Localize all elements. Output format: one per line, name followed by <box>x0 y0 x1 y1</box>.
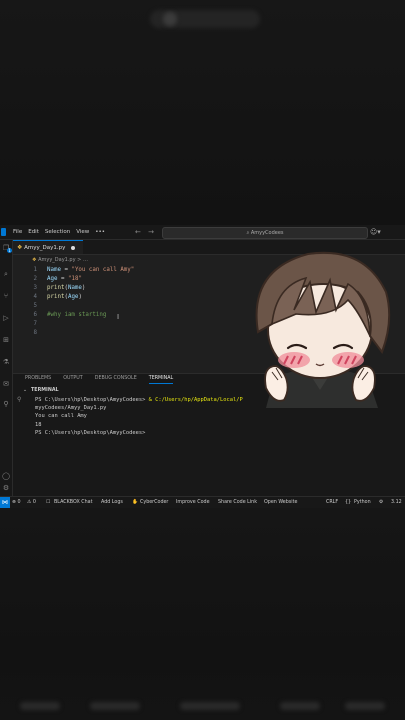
code-line: 4 print(Age) <box>33 294 82 300</box>
blackbox-chat-icon: ☐ <box>46 500 51 505</box>
vscode-logo-icon <box>1 228 6 236</box>
command-center-search[interactable]: ⌕ AmyyCodees <box>162 227 368 239</box>
menu-more[interactable]: ••• <box>95 229 105 235</box>
code-line: 5 <box>33 303 38 309</box>
cybercoder-icon: ✋ <box>132 500 138 505</box>
blurred-bottom-bar <box>0 694 405 720</box>
breadcrumb-rest: > … <box>75 257 88 263</box>
terminal-title: TERMINAL <box>31 388 59 393</box>
settings-gear-icon[interactable]: ⚙ <box>2 484 10 492</box>
python-version-icon: ⚙ <box>379 500 384 505</box>
search-sidebar-icon[interactable]: ⌕ <box>2 270 10 278</box>
breadcrumb: ❖ Amyy_Day1.py > … <box>32 257 88 263</box>
chevron-down-icon: ⌄ <box>23 388 28 393</box>
extensions-icon[interactable]: ⊞ <box>2 336 10 344</box>
breadcrumb-file[interactable]: Amyy_Day1.py <box>38 257 76 263</box>
back-arrow-icon[interactable]: ← <box>135 228 141 236</box>
explorer-badge: 1 <box>7 248 12 253</box>
chibi-avatar-overlay <box>255 251 391 408</box>
text-cursor-icon: I <box>117 313 120 321</box>
account-icon[interactable]: ◯ <box>2 472 10 480</box>
code-line: 6 #why iam starting <box>33 312 107 318</box>
code-line: 8 <box>33 330 38 336</box>
nav-arrows: ← → <box>135 228 154 236</box>
open-website-button[interactable]: Open Website <box>264 500 297 505</box>
errors-count[interactable]: ⊗ 0 <box>12 500 21 505</box>
remote-indicator-icon[interactable]: ⋈ <box>0 497 10 508</box>
code-line: 7 <box>33 321 38 327</box>
pin-icon[interactable]: ⚲ <box>17 396 21 403</box>
python-version[interactable]: 3.12 <box>391 500 402 505</box>
source-control-icon[interactable]: ⑂ <box>2 292 10 300</box>
cybercoder-button[interactable]: CyberCoder <box>140 500 168 505</box>
testing-icon[interactable]: ⚗ <box>2 358 10 366</box>
tab-problems[interactable]: PROBLEMS <box>25 376 51 384</box>
menu-file[interactable]: File <box>13 229 22 235</box>
tab-amyy-day1[interactable]: ❖ Amyy_Day1.py <box>13 240 83 254</box>
menu-view[interactable]: View <box>76 229 89 235</box>
eol-indicator[interactable]: CRLF <box>326 500 338 505</box>
tab-debug-console[interactable]: DEBUG CONSOLE <box>95 376 137 384</box>
unsaved-dot-icon[interactable] <box>71 245 76 250</box>
python-file-icon: ❖ <box>17 244 23 251</box>
blackbox-chat-button[interactable]: BLACKBOX Chat <box>54 500 92 505</box>
code-line: 1 Name = "You can call Amy" <box>33 267 135 273</box>
share-code-link-button[interactable]: Share Code Link <box>218 500 257 505</box>
remote-icon[interactable]: ⚲ <box>2 400 10 408</box>
blurred-background-top <box>0 0 405 225</box>
tab-terminal[interactable]: TERMINAL <box>148 376 174 384</box>
code-line: 2 Age = "18" <box>33 276 82 282</box>
menu-bar: File Edit Selection View ••• <box>13 229 105 235</box>
braces-icon: {} <box>345 500 352 505</box>
terminal-side-icons: ⚲ <box>17 396 21 403</box>
terminal-line: You can call Amy <box>35 413 87 420</box>
status-bar: ⋈ ⊗ 0 ⚠ 0 ☐ BLACKBOX Chat Add Logs ✋ Cyb… <box>0 496 405 508</box>
add-logs-button[interactable]: Add Logs <box>101 500 123 505</box>
tab-output[interactable]: OUTPUT <box>63 376 83 384</box>
breadcrumb-python-icon: ❖ <box>32 257 37 263</box>
menu-edit[interactable]: Edit <box>28 229 39 235</box>
search-text: AmyyCodees <box>250 230 284 236</box>
title-bar: File Edit Selection View ••• ← → ⌕ AmyyC… <box>0 225 405 240</box>
activity-bar: ❐ 1 ⌕ ⑂ ▷ ⊞ ⚗ ✉ ⚲ ◯ ⚙ <box>0 240 13 500</box>
menu-selection[interactable]: Selection <box>45 229 70 235</box>
blurred-background-bottom <box>0 508 405 720</box>
terminal-line: PS C:\Users\hp\Desktop\AmyyCodees> <box>35 429 149 436</box>
run-debug-icon[interactable]: ▷ <box>2 314 10 322</box>
blurred-icon <box>163 12 177 26</box>
code-line: 3 print(Name) <box>33 285 86 291</box>
copilot-icon[interactable]: ☺▾ <box>370 228 381 236</box>
forward-arrow-icon[interactable]: → <box>148 228 154 236</box>
warnings-count[interactable]: ⚠ 0 <box>27 500 36 505</box>
language-mode[interactable]: Python <box>354 500 371 505</box>
tab-label: Amyy_Day1.py <box>24 245 66 251</box>
chat-icon[interactable]: ✉ <box>2 380 10 388</box>
improve-code-button[interactable]: Improve Code <box>176 500 210 505</box>
panel-tabs: PROBLEMS OUTPUT DEBUG CONSOLE TERMINAL <box>25 376 174 384</box>
terminal-line: 18 <box>35 421 42 428</box>
terminal-section-header[interactable]: ⌄ TERMINAL <box>23 388 59 393</box>
